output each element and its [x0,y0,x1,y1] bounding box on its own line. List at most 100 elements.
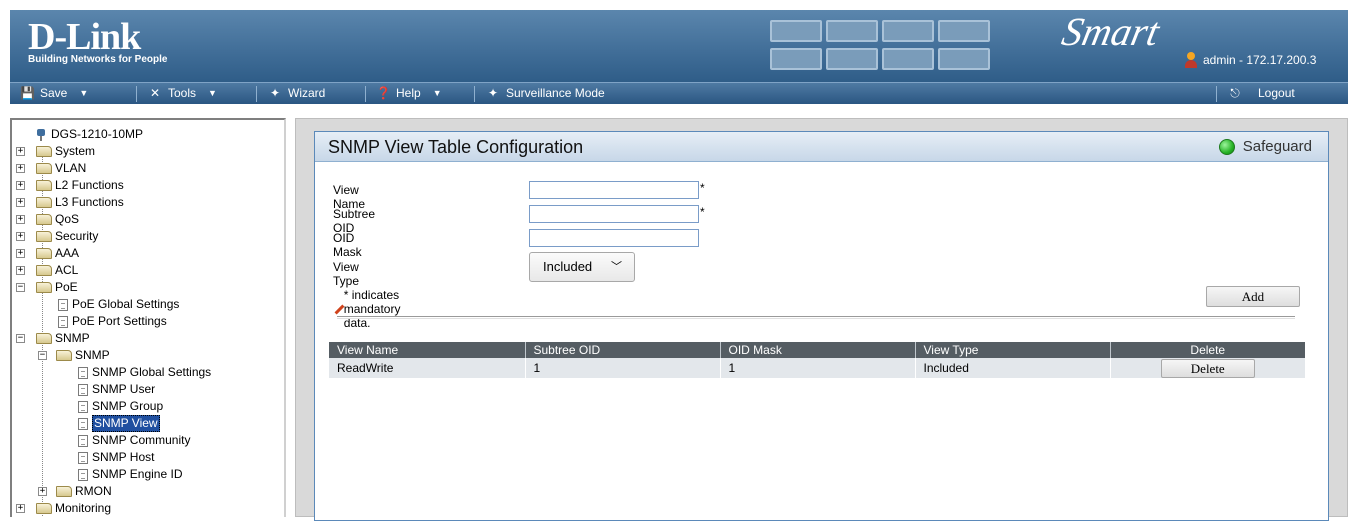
tree-item-label: RMON [75,484,112,498]
expand-icon[interactable]: + [16,232,25,241]
tree-item-qos[interactable]: + QoS [16,211,284,228]
oid-mask-input[interactable] [529,229,699,247]
tree-item-label: AAA [55,246,80,260]
page-title: SNMP View Table Configuration [328,137,584,157]
folder-icon [36,231,52,242]
navigation-tree: DGS-1210-10MP + System + VLAN + L2 Function… [10,118,286,517]
tree-item-security[interactable]: + Security [16,228,284,245]
tree-item-snmp-engine-id[interactable]: SNMP Engine ID [36,466,284,483]
tree-item-label: QoS [55,212,80,226]
expand-icon[interactable]: + [16,164,25,173]
collapse-icon[interactable]: − [38,351,47,360]
tree-item-label: SNMP Host [92,450,155,464]
tree-item-label: SNMP [75,348,110,362]
tree-item-acl[interactable]: + ACL [16,262,284,279]
tree-item-aaa[interactable]: + AAA [16,245,284,262]
page-icon [78,434,88,447]
col-view-name: View Name [329,342,525,358]
collapse-icon[interactable]: − [16,283,25,292]
save-menu[interactable]: 💾 Save ▼ [20,86,88,100]
brand-name: D-Link [28,16,141,58]
tree-item-label: SNMP Engine ID [92,467,183,481]
header-banner: D-Link Building Networks for People Smar… [10,10,1348,82]
tree-item-label: VLAN [55,161,87,175]
pencil-icon [333,304,338,315]
cell-view-type: Included [914,358,1110,378]
add-button[interactable]: Add [1206,286,1300,307]
tree-item-snmp-community[interactable]: SNMP Community [36,432,284,449]
tree-item-system[interactable]: + System [16,143,284,160]
surveillance-mode-menu[interactable]: ✦ Surveillance Mode [486,86,605,100]
tree-item-poe-port-settings[interactable]: PoE Port Settings [36,313,284,330]
wizard-menu-label: Wizard [288,86,326,100]
view-name-input[interactable] [529,181,699,199]
tree-item-snmp-global-settings[interactable]: SNMP Global Settings [36,364,284,381]
expand-icon[interactable]: + [16,215,25,224]
menu-divider [365,86,366,102]
caret-down-icon: ▼ [208,88,217,98]
folder-icon [36,503,52,514]
tree-item-label: L3 Functions [55,195,124,209]
caret-down-icon: ▼ [79,88,89,98]
expand-icon[interactable]: + [16,249,25,258]
delete-button[interactable]: Delete [1160,358,1255,378]
expand-icon[interactable]: + [16,266,25,275]
tree-item-label-selected: SNMP View [92,415,160,432]
help-menu[interactable]: ❓ Help ▼ [376,86,442,100]
expand-icon[interactable]: + [16,504,25,513]
tree-item-l2-functions[interactable]: + L2 Functions [16,177,284,194]
page-icon [78,468,88,481]
expand-icon[interactable]: + [16,147,25,156]
tree-item-snmp-group[interactable]: SNMP Group [36,398,284,415]
collapse-icon[interactable]: − [16,334,25,343]
cell-delete: Delete [1109,358,1305,378]
oid-mask-label: OID Mask [333,231,362,259]
tree-item-snmp-sub[interactable]: − SNMP [36,347,284,364]
tree-item-snmp-user[interactable]: SNMP User [36,381,284,398]
tree-item-rmon[interactable]: + RMON [36,483,284,500]
tree-item-vlan[interactable]: + VLAN [16,160,284,177]
logout-label: Logout [1258,86,1295,100]
tree-item-poe-global-settings[interactable]: PoE Global Settings [36,296,284,313]
tree-item-snmp-host[interactable]: SNMP Host [36,449,284,466]
subtree-oid-input[interactable] [529,205,699,223]
user-info: admin - 172.17.200.3 [1185,52,1316,68]
logout-button[interactable]: ⎋ Logout [1228,86,1295,100]
tools-menu-label: Tools [168,86,197,100]
expand-icon[interactable]: + [16,181,25,190]
tree-item-label: Security [55,229,99,243]
tools-menu[interactable]: ✕ Tools ▼ [148,86,217,100]
tree-item-monitoring[interactable]: + Monitoring [16,500,284,517]
cell-oid-mask: 1 [719,358,915,378]
view-type-select[interactable]: Included ﹀ [529,252,635,282]
safeguard-indicator: Safeguard [1218,138,1312,155]
tree-item-poe[interactable]: − PoE [16,279,284,296]
folder-icon [56,486,72,497]
tree-item-label: SNMP Community [92,433,191,447]
open-folder-icon [56,350,72,361]
divider [337,316,1295,319]
folder-icon [36,248,52,259]
wizard-menu[interactable]: ✦ Wizard [268,86,325,100]
tree-device-label: DGS-1210-10MP [51,127,144,141]
page-icon [78,383,88,396]
smart-logo: Smart [1058,10,1164,54]
tree-item-snmp[interactable]: − SNMP [16,330,284,347]
cell-view-name: ReadWrite [329,358,525,378]
mandatory-note: * indicates mandatory data. [333,288,407,330]
expand-icon[interactable]: + [16,198,25,207]
expand-icon[interactable]: + [38,487,47,496]
page-icon [78,417,88,430]
brand-tagline: Building Networks for People [28,54,168,65]
tree-item-label: SNMP Group [92,399,164,413]
page-icon [78,400,88,413]
switch-ports-graphic [760,16,1020,76]
help-icon: ❓ [376,86,391,100]
tree-device-root[interactable]: DGS-1210-10MP [12,126,284,143]
col-view-type: View Type [914,342,1110,358]
tree-item-snmp-view[interactable]: SNMP View [36,415,284,432]
tree-item-l3-functions[interactable]: + L3 Functions [16,194,284,211]
folder-icon [36,180,52,191]
folder-icon [36,163,52,174]
chevron-down-icon: ﹀ [611,261,622,273]
